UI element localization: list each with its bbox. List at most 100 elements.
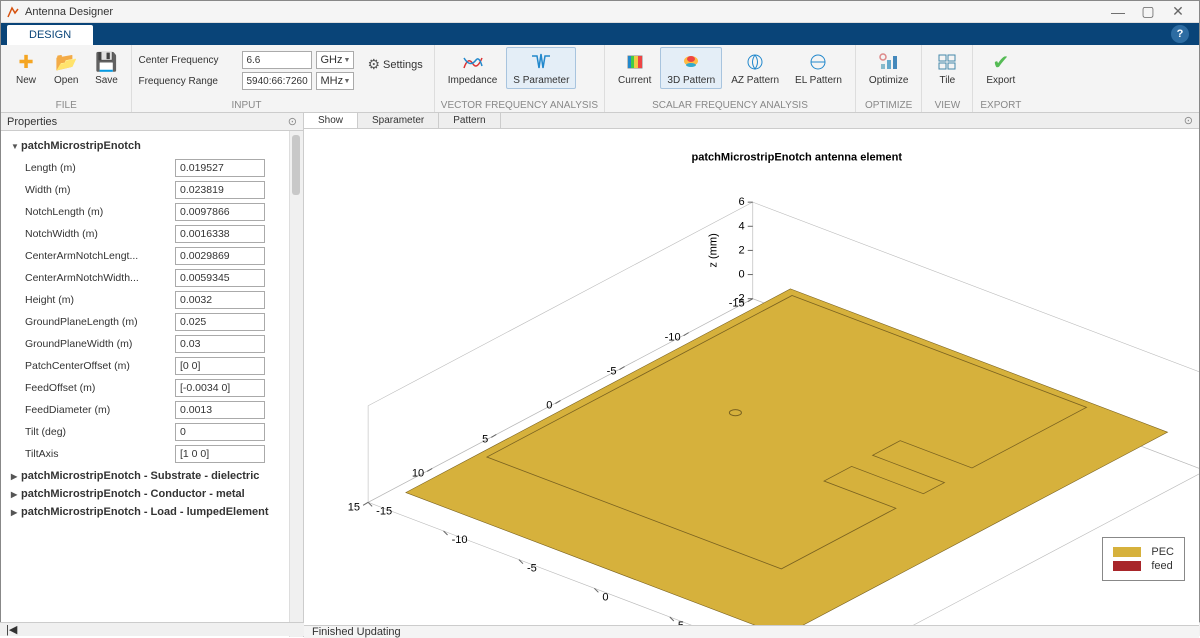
prop-input[interactable] — [175, 181, 265, 199]
tab-pattern[interactable]: Pattern — [439, 113, 500, 128]
impedance-icon — [461, 50, 485, 74]
el-pattern-icon — [806, 50, 830, 74]
sparameter-icon — [529, 50, 553, 74]
current-button[interactable]: Current — [611, 47, 658, 89]
view-collapse-icon[interactable]: ⊙ — [1184, 114, 1193, 127]
svg-text:10: 10 — [412, 467, 424, 479]
optimize-button[interactable]: Optimize — [862, 47, 915, 89]
prop-label: PatchCenterOffset (m) — [25, 360, 175, 372]
tab-strip: DESIGN ? — [1, 23, 1199, 45]
el-pattern-button[interactable]: EL Pattern — [788, 47, 849, 89]
window-title: Antenna Designer — [25, 6, 1103, 18]
svg-text:6: 6 — [739, 196, 745, 208]
prop-label: NotchWidth (m) — [25, 228, 175, 240]
checkmark-icon: ✔ — [989, 50, 1013, 74]
close-button[interactable]: ✕ — [1163, 3, 1193, 20]
3d-pattern-icon — [679, 50, 703, 74]
tile-icon — [935, 50, 959, 74]
prop-input[interactable] — [175, 247, 265, 265]
frequency-range-input[interactable] — [242, 72, 312, 90]
prop-row: PatchCenterOffset (m) — [25, 357, 299, 375]
prop-input[interactable] — [175, 357, 265, 375]
ribbon-group-export: ✔ Export EXPORT — [973, 45, 1028, 112]
prop-input[interactable] — [175, 203, 265, 221]
export-button[interactable]: ✔ Export — [979, 47, 1022, 89]
open-button[interactable]: 📂 Open — [47, 47, 85, 89]
svg-text:4: 4 — [739, 220, 745, 232]
prop-row: FeedOffset (m) — [25, 379, 299, 397]
ribbon-group-sfa: Current 3D Pattern AZ Pattern EL Pattern… — [605, 45, 856, 112]
prop-section-collapsed[interactable]: ▶patchMicrostripEnotch - Load - lumpedEl… — [11, 503, 299, 521]
prop-input[interactable] — [175, 291, 265, 309]
prop-input[interactable] — [175, 159, 265, 177]
svg-text:-15: -15 — [729, 298, 745, 310]
tab-show[interactable]: Show — [304, 113, 358, 128]
main-body: Properties ⊙ ▼patchMicrostripEnotchLengt… — [1, 113, 1199, 637]
prop-label: Height (m) — [25, 294, 175, 306]
gear-icon: ⚙ — [367, 56, 380, 73]
ribbon-toolbar: ✚ New 📂 Open 💾 Save FILE Center Frequenc… — [1, 45, 1199, 113]
ribbon-group-view: Tile VIEW — [922, 45, 973, 112]
prop-input[interactable] — [175, 423, 265, 441]
prop-input[interactable] — [175, 225, 265, 243]
prop-label: TiltAxis — [25, 448, 175, 460]
svg-text:-10: -10 — [665, 332, 681, 344]
scrollbar-thumb[interactable] — [292, 135, 300, 195]
svg-text:-15: -15 — [376, 505, 392, 517]
prop-label: NotchLength (m) — [25, 206, 175, 218]
prop-section-main[interactable]: ▼patchMicrostripEnotch — [11, 137, 299, 155]
prop-row: Width (m) — [25, 181, 299, 199]
prop-section-collapsed[interactable]: ▶patchMicrostripEnotch - Conductor - met… — [11, 485, 299, 503]
ribbon-group-vfa-label: VECTOR FREQUENCY ANALYSIS — [441, 99, 598, 112]
az-pattern-button[interactable]: AZ Pattern — [724, 47, 786, 89]
center-frequency-input[interactable] — [242, 51, 312, 69]
svg-text:5: 5 — [678, 620, 684, 625]
prop-label: GroundPlaneLength (m) — [25, 316, 175, 328]
minimize-button[interactable]: — — [1103, 4, 1133, 20]
center-frequency-row: Center Frequency GHz▼ — [138, 51, 354, 69]
tab-design[interactable]: DESIGN — [7, 25, 93, 45]
properties-collapse-icon[interactable]: ⊙ — [288, 115, 297, 128]
nav-first-icon[interactable]: |◀ — [6, 623, 17, 636]
tile-button[interactable]: Tile — [928, 47, 966, 89]
prop-label: Tilt (deg) — [25, 426, 175, 438]
prop-row: Tilt (deg) — [25, 423, 299, 441]
help-icon[interactable]: ? — [1171, 25, 1189, 43]
prop-input[interactable] — [175, 313, 265, 331]
optimize-icon — [877, 50, 901, 74]
legend-swatch-pec — [1113, 547, 1141, 557]
save-icon: 💾 — [94, 50, 118, 74]
properties-list[interactable]: ▼patchMicrostripEnotchLength (m)Width (m… — [1, 131, 303, 637]
chevron-down-icon: ▼ — [344, 57, 351, 64]
frequency-range-unit-dropdown[interactable]: MHz▼ — [316, 72, 354, 90]
settings-button[interactable]: ⚙ Settings — [362, 53, 427, 76]
new-button[interactable]: ✚ New — [7, 47, 45, 89]
prop-input[interactable] — [175, 401, 265, 419]
chevron-down-icon: ▼ — [344, 78, 351, 85]
view-tabs: Show Sparameter Pattern ⊙ — [304, 113, 1199, 129]
axes-3d-view[interactable]: patchMicrostripEnotch antenna element642… — [304, 129, 1199, 625]
prop-input[interactable] — [175, 269, 265, 287]
tab-sparameter[interactable]: Sparameter — [358, 113, 439, 128]
impedance-button[interactable]: Impedance — [441, 47, 504, 89]
save-button[interactable]: 💾 Save — [87, 47, 125, 89]
ribbon-group-file: ✚ New 📂 Open 💾 Save FILE — [1, 45, 132, 112]
prop-row: GroundPlaneWidth (m) — [25, 335, 299, 353]
folder-open-icon: 📂 — [54, 50, 78, 74]
svg-text:5: 5 — [482, 433, 488, 445]
maximize-button[interactable]: ▢ — [1133, 3, 1163, 20]
ribbon-group-file-label: FILE — [7, 99, 125, 112]
prop-input[interactable] — [175, 379, 265, 397]
ribbon-group-view-label: VIEW — [928, 99, 966, 112]
svg-text:-5: -5 — [527, 563, 537, 575]
svg-text:2: 2 — [739, 244, 745, 256]
center-frequency-unit-dropdown[interactable]: GHz▼ — [316, 51, 354, 69]
svg-text:0: 0 — [546, 400, 552, 412]
prop-section-collapsed[interactable]: ▶patchMicrostripEnotch - Substrate - die… — [11, 467, 299, 485]
3d-pattern-button[interactable]: 3D Pattern — [660, 47, 722, 89]
scrollbar[interactable] — [289, 131, 303, 637]
prop-input[interactable] — [175, 445, 265, 463]
prop-input[interactable] — [175, 335, 265, 353]
sparameter-button[interactable]: S Parameter — [506, 47, 576, 89]
app-logo-icon — [7, 6, 19, 18]
